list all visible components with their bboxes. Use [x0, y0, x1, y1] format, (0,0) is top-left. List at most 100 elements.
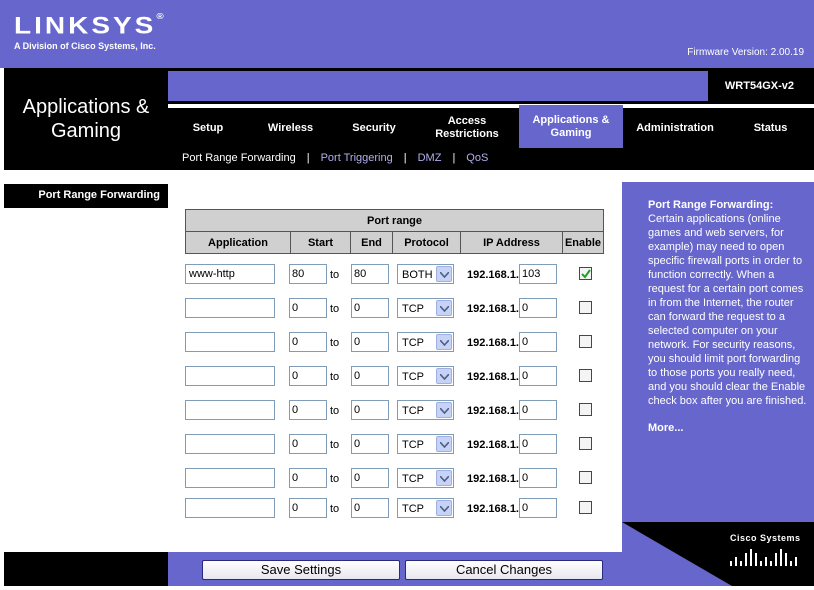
start-port-input[interactable] [289, 498, 327, 518]
subtab-port-triggering[interactable]: Port Triggering [321, 152, 393, 164]
port-forwarding-table: Port range Application Start End Protoco… [185, 209, 604, 254]
start-port-input[interactable] [289, 264, 327, 284]
column-header-ip-address: IP Address [460, 231, 563, 254]
help-more-link[interactable]: More... [648, 422, 683, 434]
application-name-input[interactable] [185, 468, 275, 488]
end-port-input[interactable] [351, 264, 389, 284]
firmware-version: Firmware Version: 2.00.19 [687, 47, 804, 58]
tab-setup[interactable]: Setup [168, 108, 248, 148]
cisco-slant [622, 522, 732, 586]
subtab-dmz[interactable]: DMZ [418, 152, 442, 164]
ip-prefix: 192.168.1. [467, 269, 519, 281]
tab-applications-gaming[interactable]: Applications & Gaming [519, 105, 623, 148]
chevron-down-icon[interactable] [436, 470, 452, 486]
ip-prefix: 192.168.1. [467, 337, 519, 349]
application-name-input[interactable] [185, 434, 275, 454]
end-port-input[interactable] [351, 366, 389, 386]
chevron-down-icon[interactable] [436, 334, 452, 350]
to-label: to [330, 473, 340, 485]
protocol-value: BOTH [402, 269, 433, 281]
start-port-input[interactable] [289, 434, 327, 454]
end-port-input[interactable] [351, 298, 389, 318]
enable-checkbox[interactable] [579, 471, 592, 484]
protocol-select[interactable]: TCP [397, 434, 454, 454]
ip-prefix: 192.168.1. [467, 439, 519, 451]
ip-prefix: 192.168.1. [467, 303, 519, 315]
enable-checkbox[interactable] [579, 335, 592, 348]
left-panel-label: Port Range Forwarding [4, 184, 168, 208]
ip-prefix: 192.168.1. [467, 503, 519, 515]
enable-checkbox[interactable] [579, 267, 592, 280]
chevron-down-icon[interactable] [436, 402, 452, 418]
column-header-start: Start [290, 231, 351, 254]
subtab-qos[interactable]: QoS [466, 152, 488, 164]
help-title: Port Range Forwarding: [648, 199, 774, 211]
to-label: to [330, 371, 340, 383]
start-port-input[interactable] [289, 366, 327, 386]
ip-last-octet-input[interactable] [519, 366, 557, 386]
tab-administration[interactable]: Administration [623, 108, 727, 148]
to-label: to [330, 405, 340, 417]
help-text: Certain applications (online games and w… [648, 213, 807, 407]
ip-last-octet-input[interactable] [519, 298, 557, 318]
end-port-input[interactable] [351, 434, 389, 454]
enable-checkbox[interactable] [579, 403, 592, 416]
save-settings-button[interactable]: Save Settings [202, 560, 400, 580]
subtab-port-range-forwarding[interactable]: Port Range Forwarding [182, 152, 296, 164]
protocol-select[interactable]: TCP [397, 400, 454, 420]
ip-last-octet-input[interactable] [519, 332, 557, 352]
chevron-down-icon[interactable] [436, 500, 452, 516]
enable-checkbox[interactable] [579, 301, 592, 314]
start-port-input[interactable] [289, 332, 327, 352]
ip-last-octet-input[interactable] [519, 468, 557, 488]
end-port-input[interactable] [351, 332, 389, 352]
model-bar-accent [168, 71, 708, 101]
application-name-input[interactable] [185, 332, 275, 352]
protocol-select[interactable]: TCP [397, 498, 454, 518]
column-header-enable: Enable [562, 231, 604, 254]
application-name-input[interactable] [185, 298, 275, 318]
ip-last-octet-input[interactable] [519, 264, 557, 284]
to-label: to [330, 303, 340, 315]
end-port-input[interactable] [351, 498, 389, 518]
application-name-input[interactable] [185, 400, 275, 420]
page-title: Applications & Gaming [22, 96, 150, 142]
tab-access-restrictions[interactable]: Access Restrictions [415, 108, 519, 148]
protocol-select[interactable]: BOTH [397, 264, 454, 284]
subtab-separator: | [452, 152, 456, 164]
linksys-logo: LINKSYS® [14, 12, 164, 39]
enable-checkbox[interactable] [579, 501, 592, 514]
application-name-input[interactable] [185, 498, 275, 518]
start-port-input[interactable] [289, 468, 327, 488]
chevron-down-icon[interactable] [436, 436, 452, 452]
protocol-select[interactable]: TCP [397, 366, 454, 386]
ip-last-octet-input[interactable] [519, 400, 557, 420]
end-port-input[interactable] [351, 400, 389, 420]
application-name-input[interactable] [185, 264, 275, 284]
start-port-input[interactable] [289, 298, 327, 318]
help-panel-top [622, 170, 814, 182]
to-label: to [330, 337, 340, 349]
cancel-changes-button[interactable]: Cancel Changes [405, 560, 603, 580]
tab-security[interactable]: Security [333, 108, 415, 148]
end-port-input[interactable] [351, 468, 389, 488]
application-name-input[interactable] [185, 366, 275, 386]
protocol-select[interactable]: TCP [397, 332, 454, 352]
sub-nav-links: Port Range Forwarding | Port Triggering | DM… [182, 152, 488, 164]
protocol-select[interactable]: TCP [397, 298, 454, 318]
tab-wireless[interactable]: Wireless [248, 108, 333, 148]
chevron-down-icon[interactable] [436, 300, 452, 316]
tab-status[interactable]: Status [727, 108, 814, 148]
router-config-page: LINKSYS® A Division of Cisco Systems, In… [0, 0, 814, 590]
ip-last-octet-input[interactable] [519, 434, 557, 454]
chevron-down-icon[interactable] [436, 266, 452, 282]
protocol-value: TCP [402, 303, 424, 315]
enable-checkbox[interactable] [579, 369, 592, 382]
protocol-value: TCP [402, 473, 424, 485]
ip-last-octet-input[interactable] [519, 498, 557, 518]
start-port-input[interactable] [289, 400, 327, 420]
protocol-select[interactable]: TCP [397, 468, 454, 488]
chevron-down-icon[interactable] [436, 368, 452, 384]
enable-checkbox[interactable] [579, 437, 592, 450]
port-range-header: Port range [185, 209, 604, 232]
